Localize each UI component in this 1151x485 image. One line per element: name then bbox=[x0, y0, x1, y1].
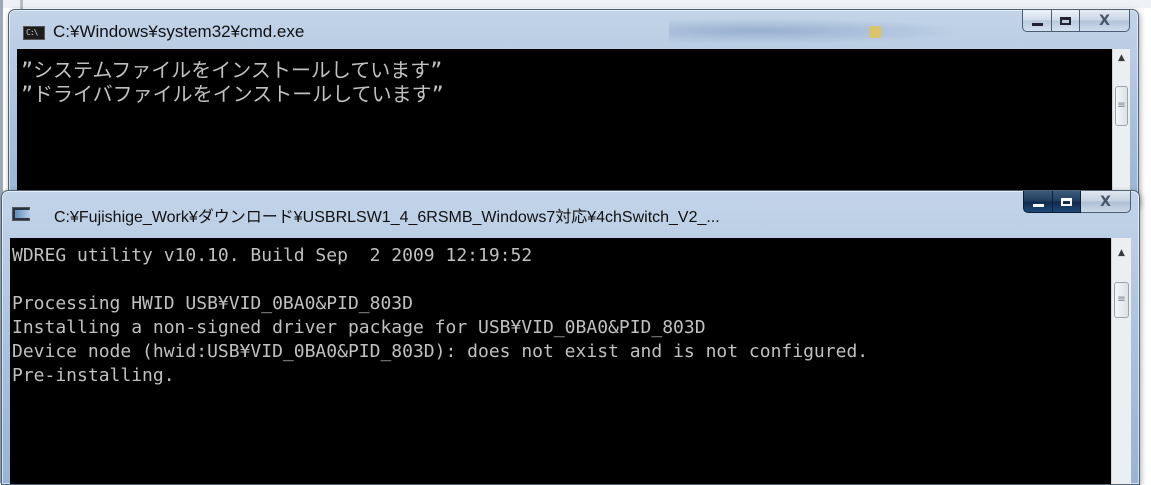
maximize-icon bbox=[1060, 16, 1071, 25]
background-window-edge bbox=[0, 0, 1151, 8]
vertical-scrollbar[interactable]: ▲ ≡ bbox=[1111, 238, 1131, 484]
vertical-scrollbar[interactable]: ▲ ≡ bbox=[1112, 49, 1130, 205]
scroll-up-arrow-icon[interactable]: ▲ bbox=[1112, 244, 1131, 262]
scroll-up-arrow-icon[interactable]: ▲ bbox=[1113, 49, 1130, 67]
minimize-icon bbox=[1032, 203, 1044, 207]
title-bar[interactable]: C:¥Fujishige_Work¥ダウンロード¥USBRLSW1_4_6RSM… bbox=[2, 191, 1139, 231]
background-divider bbox=[20, 0, 23, 9]
minimize-button[interactable] bbox=[1022, 10, 1052, 32]
console-line: Pre-installing. bbox=[12, 365, 175, 386]
scroll-thumb[interactable]: ≡ bbox=[1114, 282, 1129, 318]
grip-icon: ≡ bbox=[1117, 100, 1126, 111]
window-title: C:¥Windows¥system32¥cmd.exe bbox=[53, 22, 305, 41]
grip-icon: ≡ bbox=[1117, 294, 1126, 305]
console-line: Device node (hwid:USB¥VID_0BA0&PID_803D)… bbox=[12, 341, 869, 362]
maximize-button[interactable] bbox=[1052, 10, 1080, 32]
maximize-button[interactable] bbox=[1053, 191, 1081, 213]
caption-buttons: X bbox=[1023, 191, 1131, 217]
window-title: C:¥Fujishige_Work¥ダウンロード¥USBRLSW1_4_6RSM… bbox=[54, 209, 720, 226]
wdreg-console-window[interactable]: C:¥Fujishige_Work¥ダウンロード¥USBRLSW1_4_6RSM… bbox=[1, 190, 1140, 485]
scroll-thumb[interactable]: ≡ bbox=[1115, 86, 1128, 126]
console-line: ”システムファイルをインストールしています” bbox=[21, 58, 443, 82]
caption-buttons: X bbox=[1022, 10, 1130, 36]
close-icon: X bbox=[1099, 12, 1110, 29]
console-app-icon[interactable] bbox=[12, 207, 31, 221]
console-line: Processing HWID USB¥VID_0BA0&PID_803D bbox=[12, 293, 413, 314]
minimize-icon bbox=[1031, 22, 1043, 26]
minimize-button[interactable] bbox=[1023, 191, 1053, 213]
console-line: Installing a non-signed driver package f… bbox=[12, 317, 706, 338]
cmd-icon[interactable]: C:\ bbox=[23, 26, 45, 40]
console-output[interactable]: WDREG utility v10.10. Build Sep 2 2009 1… bbox=[10, 238, 1111, 484]
taskbar-blur-decoration bbox=[669, 18, 969, 44]
console-line: ”ドライバファイルをインストールしています” bbox=[21, 82, 444, 106]
close-icon: X bbox=[1100, 193, 1111, 210]
console-output[interactable]: ”システムファイルをインストールしています” ”ドライバファイルをインストールし… bbox=[17, 49, 1112, 205]
title-bar[interactable]: C:\ C:¥Windows¥system32¥cmd.exe X bbox=[9, 10, 1138, 50]
console-line: WDREG utility v10.10. Build Sep 2 2009 1… bbox=[12, 245, 533, 266]
cmd-window[interactable]: C:\ C:¥Windows¥system32¥cmd.exe X ”システムフ… bbox=[8, 9, 1139, 206]
close-button[interactable]: X bbox=[1081, 191, 1131, 213]
close-button[interactable]: X bbox=[1080, 10, 1130, 32]
maximize-icon bbox=[1061, 197, 1072, 206]
